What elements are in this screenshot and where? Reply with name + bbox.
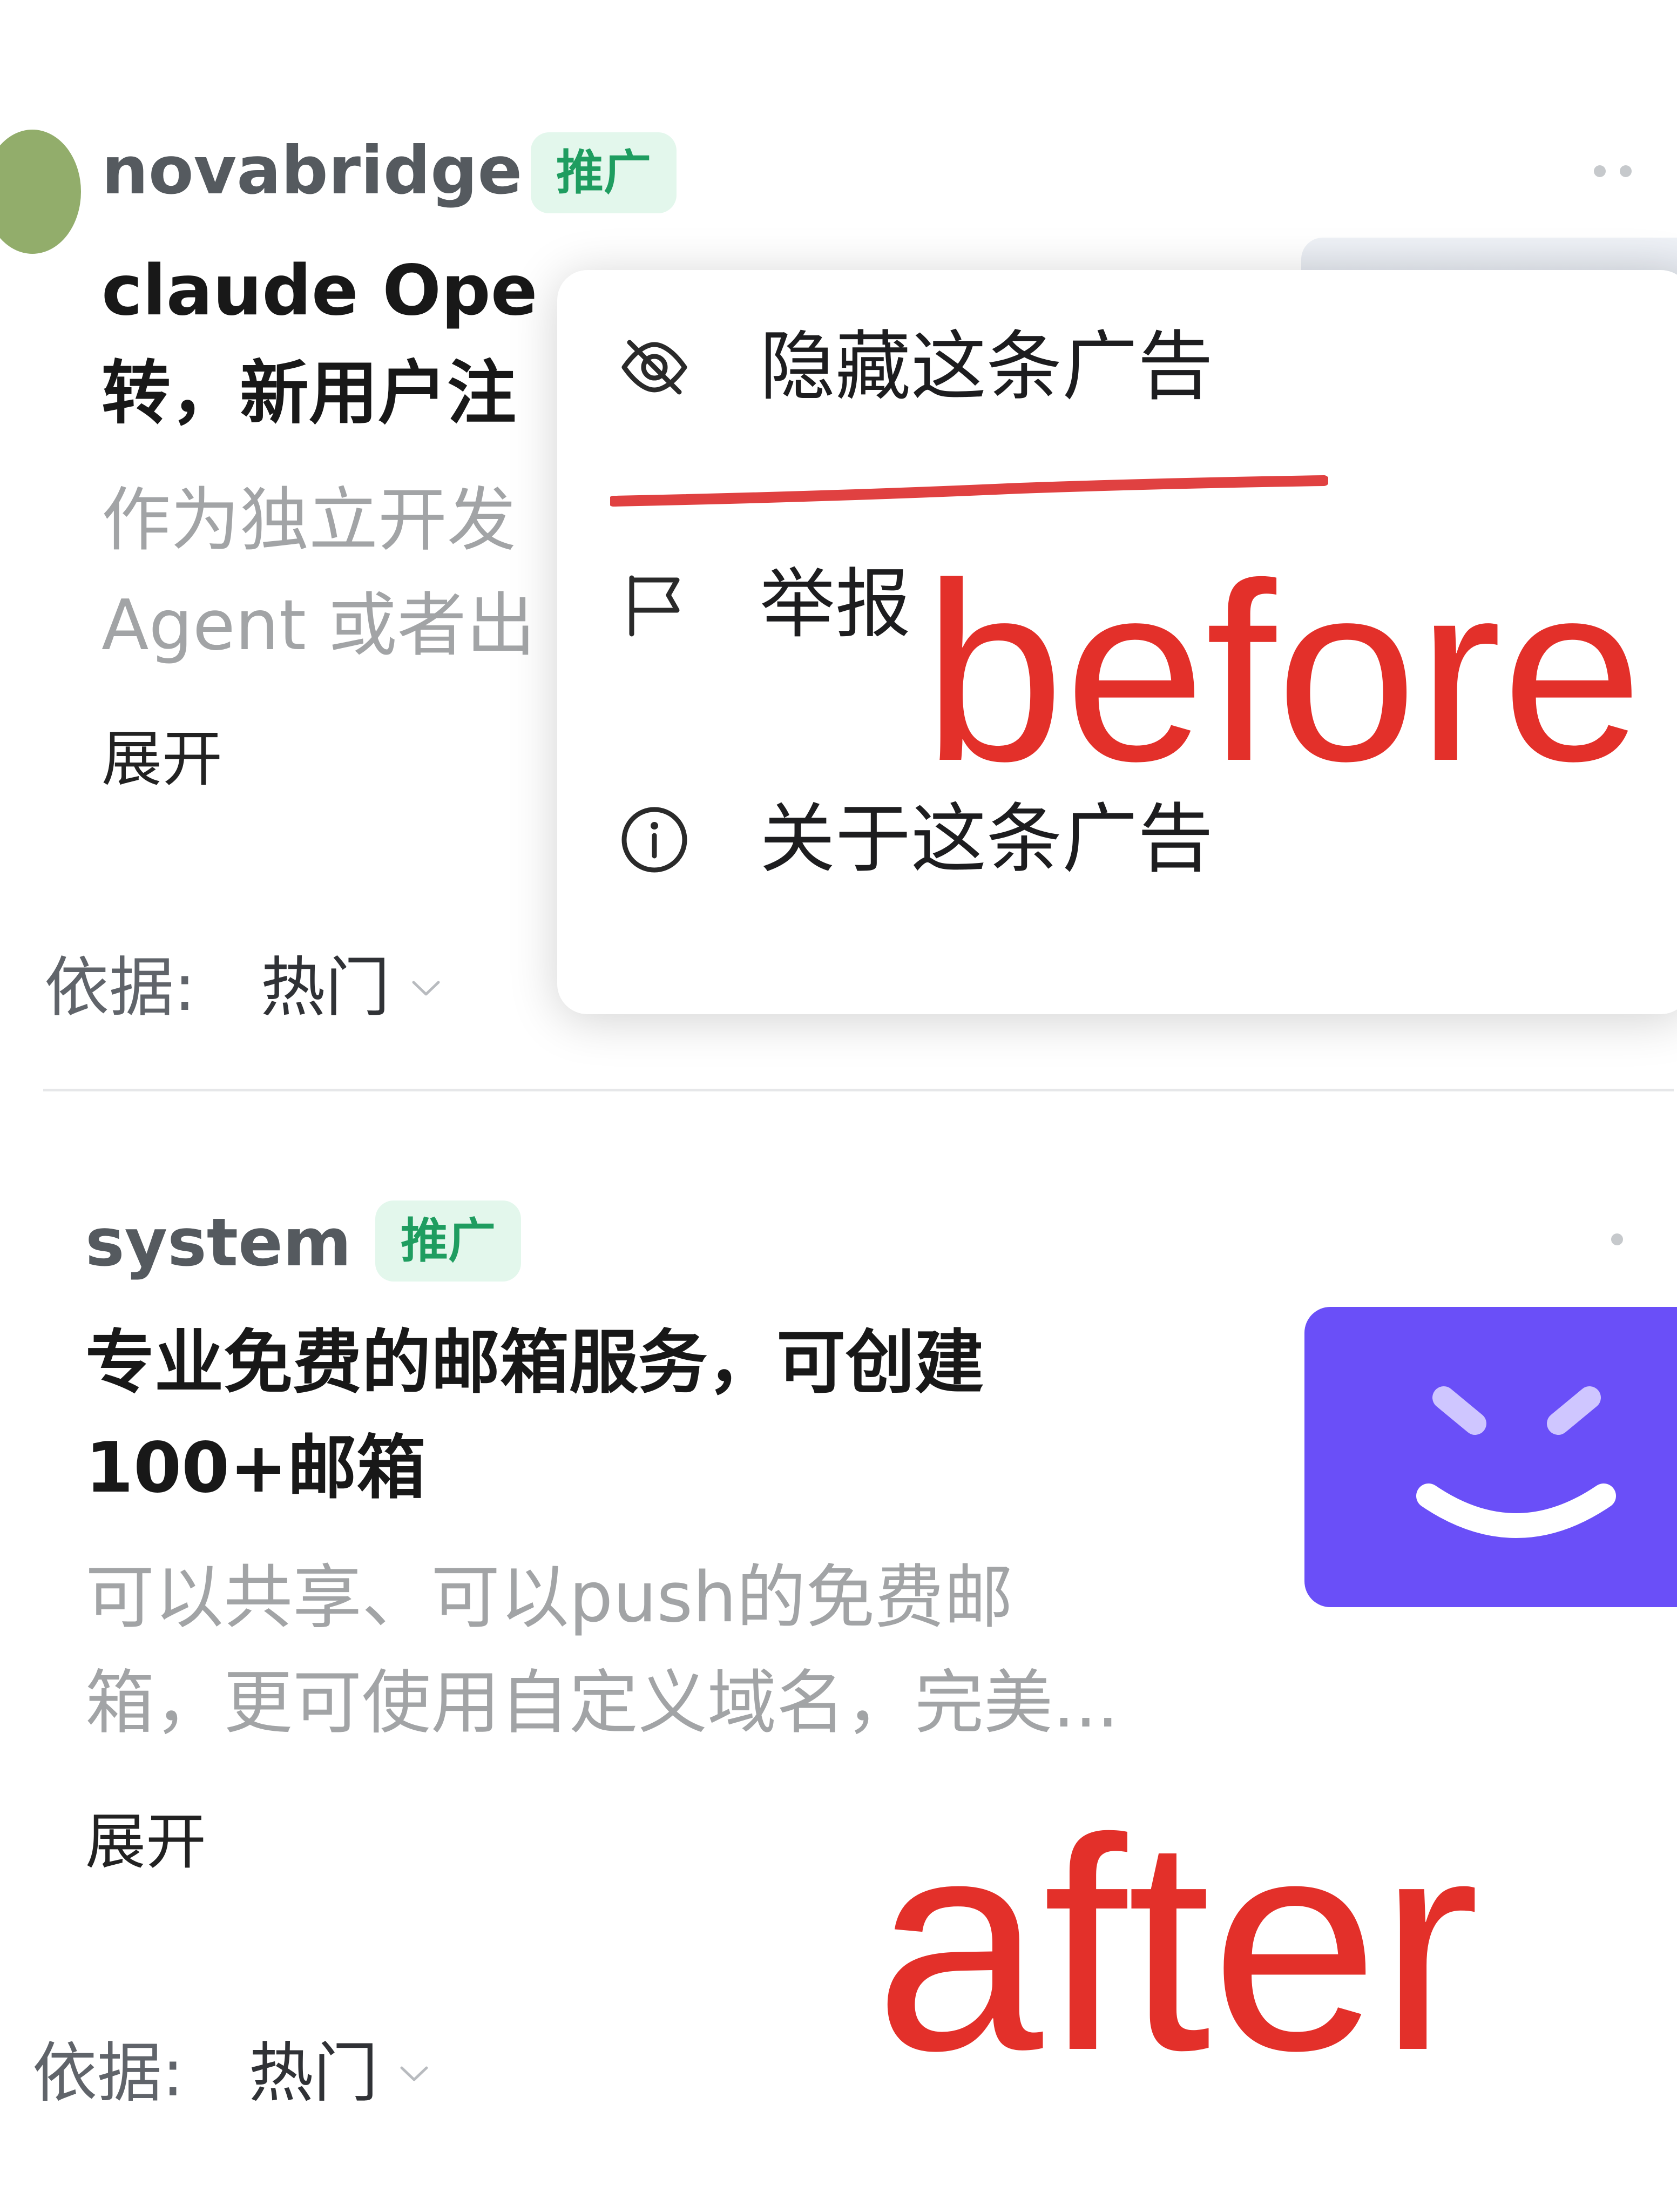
menu-item-label: 隐藏这条广告 xyxy=(760,323,1214,411)
basis-label: 依据: xyxy=(44,950,196,1026)
post-desc-line1: 作为独立开发 xyxy=(102,480,517,561)
post-desc-line2: 箱，更可使用自定义域名，完美... xyxy=(85,1663,1119,1743)
promoted-badge: 推广 xyxy=(531,132,677,213)
more-options-button[interactable] xyxy=(1594,165,1632,177)
post-desc-line1: 可以共享、可以push的免费邮 xyxy=(85,1557,1013,1638)
post-title-line2[interactable]: 转，新用户注 xyxy=(102,359,516,428)
avatar[interactable] xyxy=(0,130,81,254)
expand-link[interactable]: 展开 xyxy=(102,729,222,790)
flag-icon xyxy=(614,564,695,645)
after-annotation: after xyxy=(875,1775,1480,2113)
card-divider xyxy=(43,1089,1674,1091)
menu-item-label: 举报 xyxy=(760,561,911,649)
basis-value: 热门 xyxy=(260,950,390,1026)
author-name[interactable]: system xyxy=(85,1210,351,1276)
expand-link[interactable]: 展开 xyxy=(85,1812,206,1872)
dot-icon xyxy=(1620,165,1632,177)
chevron-down-icon xyxy=(412,981,440,996)
post-title-line2[interactable]: 100+邮箱 xyxy=(85,1434,425,1503)
ad-thumbnail[interactable] xyxy=(1304,1307,1677,1607)
menu-item-hide-ad[interactable]: 隐藏这条广告 xyxy=(614,327,1213,408)
before-annotation: before xyxy=(923,530,1643,814)
post-title-line1[interactable]: claude Ope xyxy=(102,257,538,326)
smiley-logo-icon xyxy=(1416,1386,1616,1538)
post-desc-line2: Agent 或者出 xyxy=(102,585,536,666)
menu-item-report[interactable]: 举报 xyxy=(614,564,911,645)
post-title-line1[interactable]: 专业免费的邮箱服务，可创建 xyxy=(85,1328,984,1398)
basis-selector[interactable]: 依据: 热门 xyxy=(32,2041,429,2106)
basis-selector[interactable]: 依据: 热门 xyxy=(44,956,441,1021)
promoted-badge: 推广 xyxy=(375,1201,521,1282)
more-options-button[interactable] xyxy=(1611,1233,1623,1245)
basis-value: 热门 xyxy=(248,2036,378,2111)
chevron-down-icon xyxy=(400,2066,428,2081)
red-underline-mark xyxy=(610,475,1328,507)
info-icon xyxy=(614,799,695,880)
author-name[interactable]: novabridge xyxy=(102,138,522,204)
dot-icon xyxy=(1594,165,1606,177)
eye-off-icon xyxy=(614,327,695,408)
basis-label: 依据: xyxy=(32,2036,184,2111)
